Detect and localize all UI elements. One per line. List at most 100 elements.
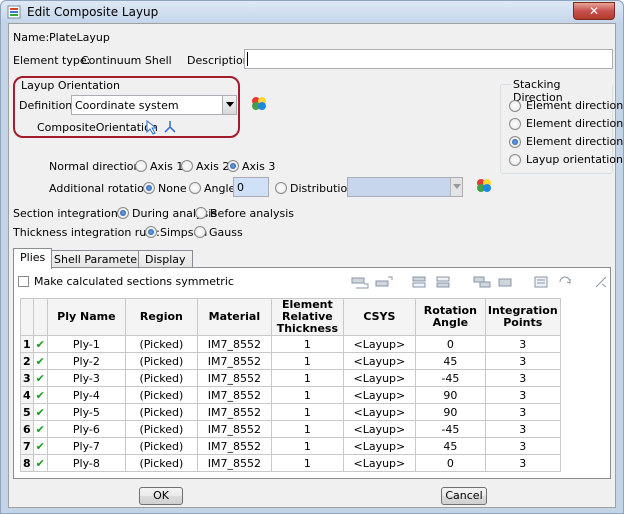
cell-ply-name[interactable]: Ply-5: [46, 403, 126, 421]
title-bar[interactable]: Edit Composite Layup ✕: [1, 1, 623, 23]
cell-region[interactable]: (Picked): [124, 437, 198, 455]
rotate-rows-icon[interactable]: [556, 274, 576, 290]
check-icon[interactable]: ✔: [32, 386, 48, 404]
rotation-angle-radio[interactable]: [189, 182, 201, 194]
table-row[interactable]: 7 ✔ Ply-7 (Picked) IM7_8552 1 <Layup> 45 3: [20, 437, 561, 455]
cell-csys[interactable]: <Layup>: [342, 403, 416, 421]
cell-rotation-angle[interactable]: 45: [414, 352, 486, 370]
color-palette-icon[interactable]: [251, 95, 267, 111]
simpson-radio[interactable]: [145, 226, 157, 238]
cell-ply-name[interactable]: Ply-1: [46, 335, 126, 353]
cell-csys[interactable]: <Layup>: [342, 420, 416, 438]
normal-axis-1-radio[interactable]: [135, 160, 147, 172]
check-icon[interactable]: ✔: [32, 437, 48, 455]
tab-plies[interactable]: Plies: [13, 248, 53, 269]
stacking-element-direction-3-radio[interactable]: [509, 136, 521, 148]
cell-ply-name[interactable]: Ply-4: [46, 386, 126, 404]
cell-csys[interactable]: <Layup>: [342, 369, 416, 387]
close-button[interactable]: ✕: [573, 2, 615, 20]
copy-rows-icon[interactable]: [472, 274, 492, 290]
cell-region[interactable]: (Picked): [124, 454, 198, 472]
cell-integration-points[interactable]: 3: [484, 420, 561, 438]
cell-region[interactable]: (Picked): [124, 352, 198, 370]
cell-ply-name[interactable]: Ply-3: [46, 369, 126, 387]
table-row[interactable]: 3 ✔ Ply-3 (Picked) IM7_8552 1 <Layup> -45 3: [20, 369, 561, 387]
description-input[interactable]: [244, 49, 613, 69]
check-icon[interactable]: ✔: [32, 454, 48, 472]
rotation-angle-input[interactable]: 0: [233, 177, 269, 197]
cell-ply-name[interactable]: Ply-8: [46, 454, 126, 472]
cell-csys[interactable]: <Layup>: [342, 437, 416, 455]
cell-rotation-angle[interactable]: 0: [414, 335, 486, 353]
gauss-radio[interactable]: [194, 226, 206, 238]
header-integration-points[interactable]: Integration Points: [484, 298, 561, 336]
cell-material[interactable]: IM7_8552: [196, 454, 272, 472]
cell-integration-points[interactable]: 3: [484, 437, 561, 455]
cancel-button[interactable]: Cancel: [441, 487, 487, 505]
distribution-dropdown-button[interactable]: [450, 178, 462, 196]
paste-rows-icon[interactable]: [496, 274, 516, 290]
cell-integration-points[interactable]: 3: [484, 454, 561, 472]
cell-material[interactable]: IM7_8552: [196, 386, 272, 404]
cell-region[interactable]: (Picked): [124, 369, 198, 387]
plot-plies-icon[interactable]: [592, 274, 612, 290]
header-ply-name[interactable]: Ply Name: [46, 298, 126, 336]
cell-integration-points[interactable]: 3: [484, 369, 561, 387]
table-row[interactable]: 1 ✔ Ply-1 (Picked) IM7_8552 1 <Layup> 0 3: [20, 335, 561, 353]
cell-material[interactable]: IM7_8552: [196, 420, 272, 438]
edit-rows-icon[interactable]: [532, 274, 552, 290]
add-row-above-icon[interactable]: [410, 274, 430, 290]
distribution-select[interactable]: [347, 177, 463, 197]
rotation-none-radio[interactable]: [143, 182, 155, 194]
cell-csys[interactable]: <Layup>: [342, 335, 416, 353]
table-row[interactable]: 4 ✔ Ply-4 (Picked) IM7_8552 1 <Layup> 90 3: [20, 386, 561, 404]
stacking-element-direction-2-radio[interactable]: [509, 118, 521, 130]
cell-region[interactable]: (Picked): [124, 420, 198, 438]
cell-material[interactable]: IM7_8552: [196, 403, 272, 421]
stacking-layup-orientation-radio[interactable]: [509, 154, 521, 166]
cell-rotation-angle[interactable]: -45: [414, 369, 486, 387]
header-material[interactable]: Material: [196, 298, 272, 336]
cell-material[interactable]: IM7_8552: [196, 369, 272, 387]
ok-button[interactable]: OK: [139, 487, 183, 505]
cell-csys[interactable]: <Layup>: [342, 386, 416, 404]
cell-material[interactable]: IM7_8552: [196, 352, 272, 370]
color-palette-icon[interactable]: [476, 177, 492, 193]
table-row[interactable]: 5 ✔ Ply-5 (Picked) IM7_8552 1 <Layup> 90 3: [20, 403, 561, 421]
insert-row-after-icon[interactable]: [374, 274, 394, 290]
rotation-distribution-radio[interactable]: [275, 182, 287, 194]
cell-integration-points[interactable]: 3: [484, 352, 561, 370]
cell-relative-thickness[interactable]: 1: [270, 420, 344, 438]
during-analysis-radio[interactable]: [117, 207, 129, 219]
cell-csys[interactable]: <Layup>: [342, 352, 416, 370]
check-icon[interactable]: ✔: [32, 403, 48, 421]
cell-csys[interactable]: <Layup>: [342, 454, 416, 472]
cell-region[interactable]: (Picked): [124, 403, 198, 421]
normal-axis-3-radio[interactable]: [227, 160, 239, 172]
symmetric-checkbox[interactable]: [18, 276, 29, 287]
stacking-element-direction-1-radio[interactable]: [509, 100, 521, 112]
cell-ply-name[interactable]: Ply-6: [46, 420, 126, 438]
check-icon[interactable]: ✔: [32, 369, 48, 387]
header-csys[interactable]: CSYS: [342, 298, 416, 336]
cell-material[interactable]: IM7_8552: [196, 437, 272, 455]
table-row[interactable]: 6 ✔ Ply-6 (Picked) IM7_8552 1 <Layup> -45 3: [20, 420, 561, 438]
cell-relative-thickness[interactable]: 1: [270, 352, 344, 370]
cell-ply-name[interactable]: Ply-7: [46, 437, 126, 455]
cell-region[interactable]: (Picked): [124, 386, 198, 404]
check-icon[interactable]: ✔: [32, 420, 48, 438]
cell-rotation-angle[interactable]: 90: [414, 403, 486, 421]
header-region[interactable]: Region: [124, 298, 198, 336]
cell-relative-thickness[interactable]: 1: [270, 386, 344, 404]
insert-row-before-icon[interactable]: [350, 274, 370, 290]
add-row-below-icon[interactable]: [434, 274, 454, 290]
cell-region[interactable]: (Picked): [124, 335, 198, 353]
cell-rotation-angle[interactable]: 0: [414, 454, 486, 472]
cell-rotation-angle[interactable]: -45: [414, 420, 486, 438]
table-row[interactable]: 2 ✔ Ply-2 (Picked) IM7_8552 1 <Layup> 45 3: [20, 352, 561, 370]
cell-integration-points[interactable]: 3: [484, 386, 561, 404]
cell-relative-thickness[interactable]: 1: [270, 403, 344, 421]
header-relative-thickness[interactable]: Element Relative Thickness: [270, 298, 344, 336]
cell-relative-thickness[interactable]: 1: [270, 437, 344, 455]
header-rotation-angle[interactable]: Rotation Angle: [414, 298, 486, 336]
